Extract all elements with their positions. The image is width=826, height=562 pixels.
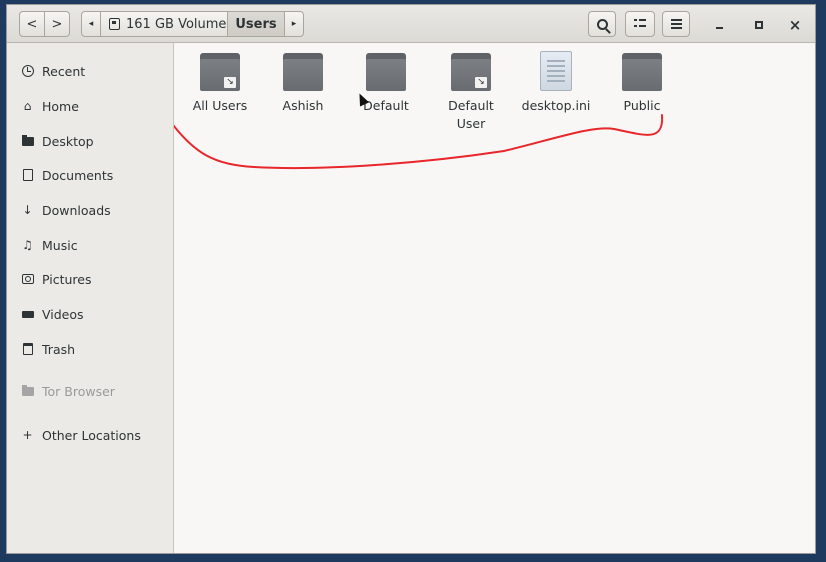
file-item-desktop-ini[interactable]: desktop.ini [513, 51, 599, 115]
search-icon [596, 18, 608, 30]
sidebar-item-other-locations[interactable]: + Other Locations [7, 421, 173, 449]
sidebar-item-documents[interactable]: Documents [7, 161, 173, 189]
sidebar-item-label: Other Locations [42, 427, 141, 443]
file-name: All Users [192, 98, 248, 113]
document-icon [540, 51, 572, 91]
sidebar-item-label: Documents [42, 167, 114, 183]
sidebar-item-label: Downloads [42, 202, 111, 218]
path-scroll-right-button[interactable]: ▸ [284, 11, 304, 37]
file-item-all-users[interactable]: ↘ All Users [177, 51, 263, 115]
sidebar-item-downloads[interactable]: ↓ Downloads [7, 196, 173, 224]
folder-link-icon: ↘ [451, 53, 491, 91]
file-item-default[interactable]: Default [343, 51, 429, 115]
sidebar-item-label: Recent [42, 63, 86, 79]
folder-icon [21, 384, 34, 398]
sidebar-item-label: Music [42, 237, 78, 253]
music-note-icon: ♫ [22, 238, 33, 252]
breadcrumb-volume-label: 161 GB Volume [126, 16, 227, 32]
search-button[interactable] [588, 11, 616, 37]
maximize-icon [755, 21, 763, 29]
folder-icon [283, 53, 323, 91]
plus-icon: + [22, 428, 33, 442]
home-icon: ⌂ [23, 99, 32, 113]
close-button[interactable]: × [785, 15, 805, 35]
drive-icon [109, 18, 120, 30]
sidebar-item-label: Pictures [42, 271, 92, 287]
breadcrumb-users[interactable]: Users [227, 11, 285, 37]
sidebar-item-label: Home [42, 98, 79, 114]
list-view-icon [634, 19, 646, 29]
sidebar-item-desktop[interactable]: Desktop [7, 127, 173, 155]
minimize-button[interactable] [709, 15, 729, 35]
clock-icon [21, 65, 34, 78]
file-item-ashish[interactable]: Ashish [260, 51, 346, 115]
header-bar: < > ◂ 161 GB Volume Users ▸ × [7, 5, 815, 43]
sidebar-item-tor-browser[interactable]: Tor Browser [7, 377, 173, 405]
file-name: Public [623, 98, 661, 113]
sidebar-item-videos[interactable]: Videos [7, 300, 173, 328]
folder-link-icon: ↘ [200, 53, 240, 91]
download-arrow-icon: ↓ [22, 203, 33, 217]
file-name: Ashish [282, 98, 324, 113]
menu-button[interactable] [662, 11, 690, 37]
chevron-right-icon: > [51, 16, 63, 32]
back-button[interactable]: < [19, 11, 45, 37]
sidebar-item-home[interactable]: ⌂ Home [7, 92, 173, 120]
sidebar-item-label: Tor Browser [42, 383, 115, 399]
sidebar-item-trash[interactable]: Trash [7, 335, 173, 363]
triangle-right-icon: ▸ [291, 19, 297, 29]
maximize-button[interactable] [749, 15, 769, 35]
triangle-left-icon: ◂ [88, 19, 94, 29]
path-scroll-left-button[interactable]: ◂ [81, 11, 101, 37]
sidebar-item-pictures[interactable]: Pictures [7, 265, 173, 293]
video-icon [21, 308, 34, 321]
sidebar-item-recent[interactable]: Recent [7, 57, 173, 85]
sidebar-item-music[interactable]: ♫ Music [7, 231, 173, 259]
sidebar: Recent ⌂ Home Desktop Documents ↓ Downlo… [7, 43, 174, 553]
folder-icon [366, 53, 406, 91]
close-icon: × [788, 16, 802, 34]
document-icon [21, 169, 34, 182]
file-item-default-user[interactable]: ↘ Default User [428, 51, 514, 133]
sidebar-item-label: Trash [42, 341, 76, 357]
file-manager-window: < > ◂ 161 GB Volume Users ▸ × Recent ⌂ H… [6, 4, 816, 554]
minimize-icon [715, 27, 723, 29]
file-view[interactable]: ↘ All Users Ashish Default ↘ Default Use… [174, 43, 815, 553]
breadcrumb-volume[interactable]: 161 GB Volume [100, 11, 228, 37]
hamburger-icon [670, 19, 682, 29]
sidebar-item-label: Videos [42, 306, 84, 322]
camera-icon [21, 273, 34, 286]
file-name: Default User [448, 98, 494, 131]
view-toggle-button[interactable] [625, 11, 655, 37]
chevron-left-icon: < [26, 16, 38, 32]
sidebar-item-label: Desktop [42, 133, 94, 149]
file-item-public[interactable]: Public [599, 51, 685, 115]
forward-button[interactable]: > [44, 11, 70, 37]
folder-icon [21, 134, 34, 148]
folder-icon [622, 53, 662, 91]
breadcrumb-users-label: Users [235, 16, 277, 32]
trash-icon [21, 343, 34, 356]
file-name: desktop.ini [521, 98, 591, 113]
